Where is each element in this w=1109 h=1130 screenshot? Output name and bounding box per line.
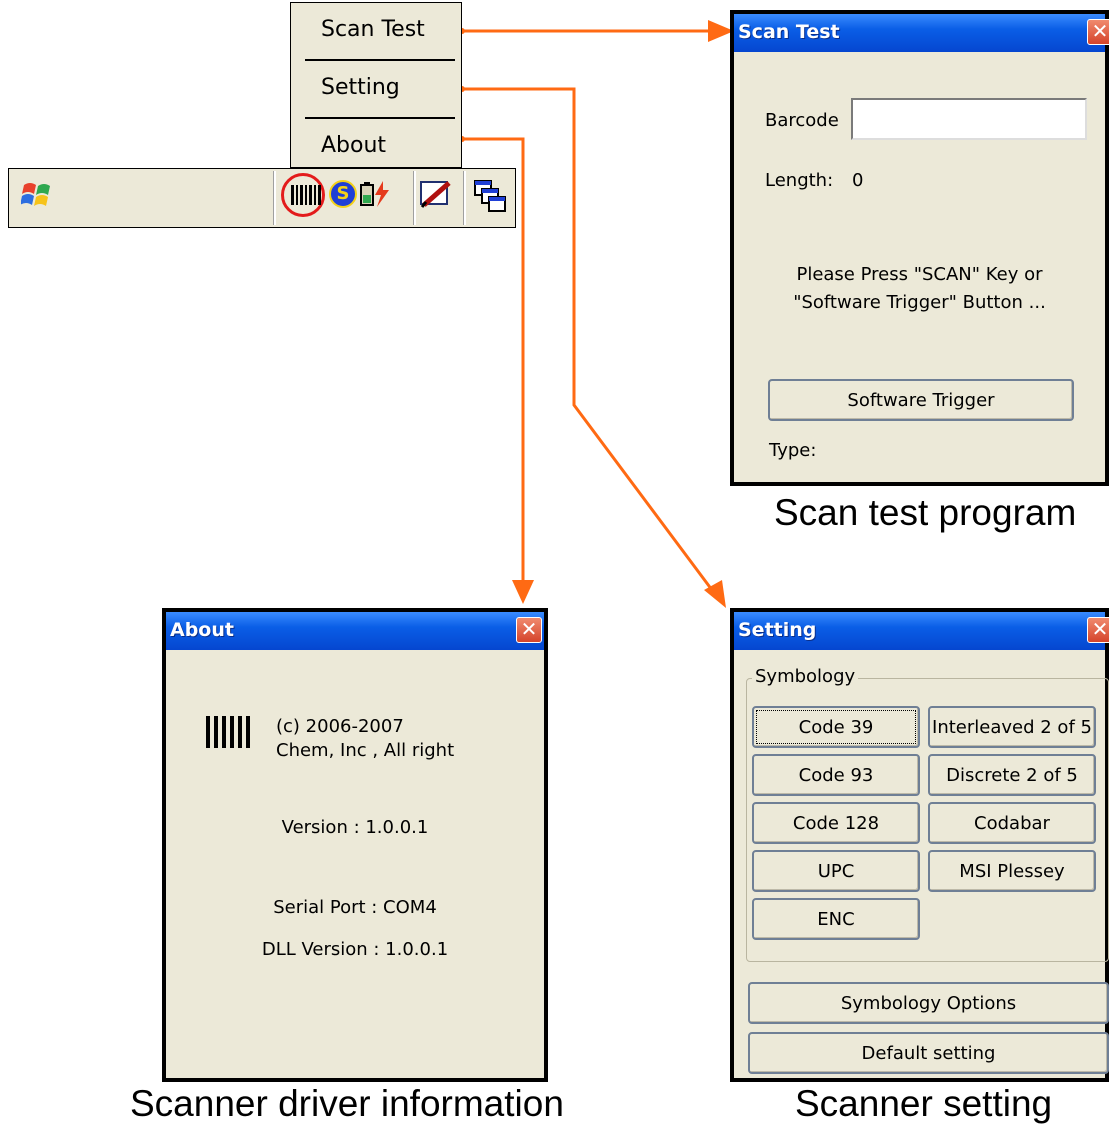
s-icon[interactable]: S: [329, 180, 357, 208]
dll-version-text: DLL Version : 1.0.0.1: [261, 939, 449, 960]
window-title: Scan Test: [738, 21, 840, 43]
arrow-setting: [462, 87, 714, 591]
interleaved-2-of-5-button[interactable]: Interleaved 2 of 5: [928, 706, 1096, 748]
symbology-options-button[interactable]: Symbology Options: [748, 982, 1109, 1024]
barcode-logo-icon: [206, 716, 250, 748]
scan-test-window: Scan Test ✕ Barcode Length: 0 Please Pre…: [730, 10, 1109, 486]
windows-switch-icon[interactable]: [473, 179, 507, 213]
length-value: 0: [852, 170, 864, 191]
barcode-icon[interactable]: [291, 185, 321, 205]
title-bar: Setting ✕: [734, 612, 1109, 650]
msi-plessey-button[interactable]: MSI Plessey: [928, 850, 1096, 892]
taskbar-divider: [463, 171, 466, 225]
menu-separator: [305, 59, 455, 61]
caption-scan-test: Scan test program: [774, 492, 1077, 533]
window-title: About: [170, 619, 234, 641]
instruction-line-2: "Software Trigger" Button ...: [793, 292, 1046, 313]
menu-separator: [305, 117, 455, 119]
serial-port-text: Serial Port : COM4: [273, 897, 437, 918]
taskbar-divider: [413, 171, 416, 225]
company-text: Chem, Inc , All right: [276, 740, 455, 761]
code-128-button[interactable]: Code 128: [752, 802, 920, 844]
default-setting-button[interactable]: Default setting: [748, 1032, 1109, 1074]
menu-item-scan-test[interactable]: Scan Test: [291, 17, 461, 42]
about-window: About ✕ (c) 2006-2007 Chem, Inc , All ri…: [162, 608, 548, 1082]
length-label: Length:: [765, 170, 834, 191]
close-icon[interactable]: ✕: [1087, 19, 1109, 45]
symbology-group-label: Symbology: [752, 666, 859, 687]
tray-popup-menu: Scan Test Setting About: [290, 2, 462, 168]
taskbar: S: [8, 168, 516, 228]
type-label: Type:: [769, 440, 817, 461]
version-text: Version : 1.0.0.1: [281, 817, 429, 838]
caption-setting: Scanner setting: [795, 1083, 1053, 1124]
copyright-text: (c) 2006-2007: [276, 716, 404, 737]
battery-icon[interactable]: [359, 179, 395, 209]
arrowhead-about: [512, 580, 534, 604]
barcode-label: Barcode: [765, 110, 839, 131]
setting-window: Setting ✕ Symbology Code 39 Interleaved …: [730, 608, 1109, 1082]
close-icon[interactable]: ✕: [1087, 617, 1109, 643]
windows-start-icon[interactable]: [21, 179, 55, 213]
caption-about: Scanner driver information: [130, 1083, 564, 1124]
codabar-button[interactable]: Codabar: [928, 802, 1096, 844]
code-93-button[interactable]: Code 93: [752, 754, 920, 796]
close-icon[interactable]: ✕: [516, 617, 542, 643]
menu-item-setting[interactable]: Setting: [291, 75, 461, 100]
enc-button[interactable]: ENC: [752, 898, 920, 940]
title-bar: Scan Test ✕: [734, 14, 1109, 52]
software-trigger-button[interactable]: Software Trigger: [768, 379, 1074, 421]
barcode-input[interactable]: [851, 98, 1087, 140]
discrete-2-of-5-button[interactable]: Discrete 2 of 5: [928, 754, 1096, 796]
menu-item-about[interactable]: About: [291, 133, 461, 158]
code-39-button[interactable]: Code 39: [752, 706, 920, 748]
taskbar-divider: [273, 171, 276, 225]
upc-button[interactable]: UPC: [752, 850, 920, 892]
instruction-line-1: Please Press "SCAN" Key or: [796, 264, 1043, 285]
pen-icon[interactable]: [419, 179, 455, 211]
title-bar: About ✕: [166, 612, 544, 650]
window-title: Setting: [738, 619, 817, 641]
